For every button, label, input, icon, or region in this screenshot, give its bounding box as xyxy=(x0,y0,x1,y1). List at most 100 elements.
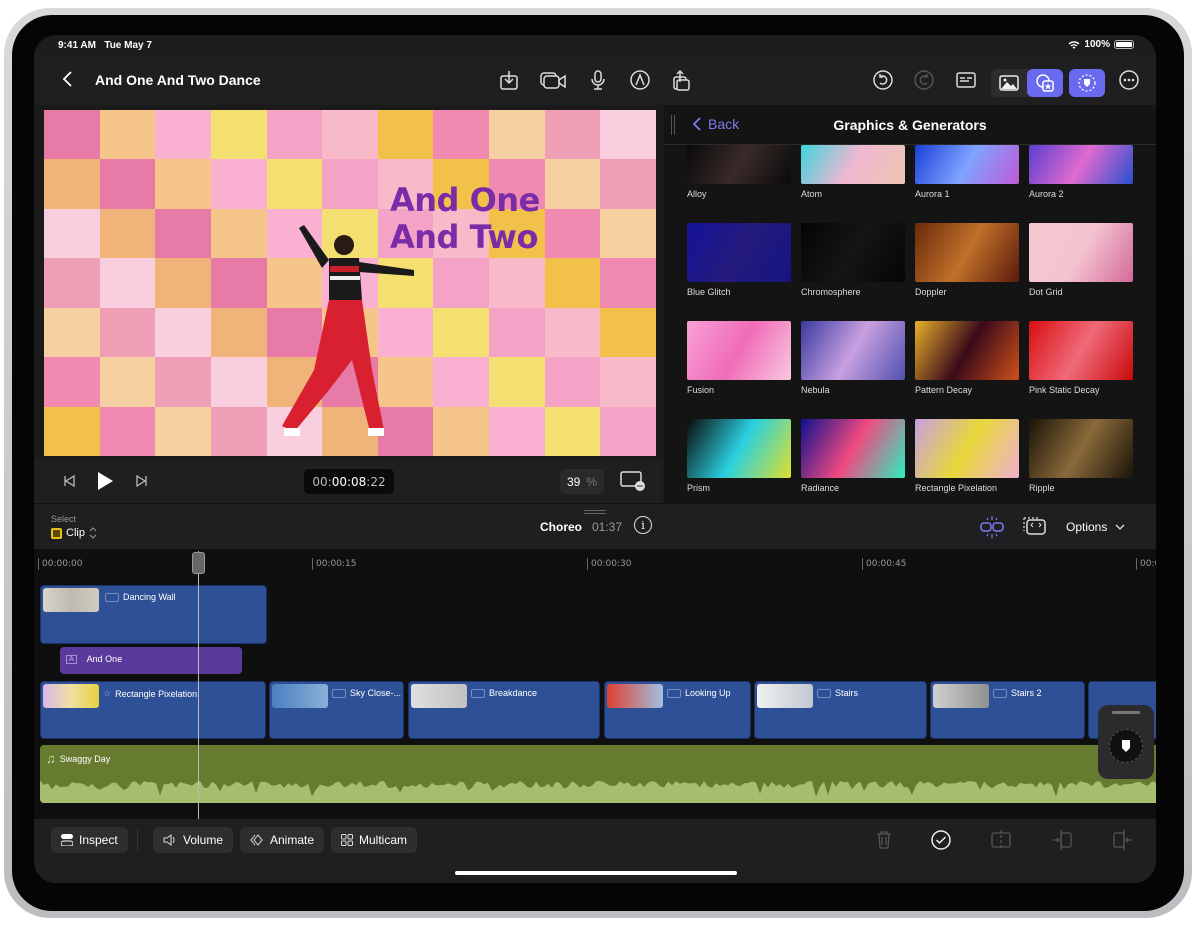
jog-wheel-panel xyxy=(1098,705,1154,779)
photos-icon[interactable] xyxy=(991,70,1027,96)
primary-clip[interactable]: ☆ Rectangle Pixelation xyxy=(40,681,266,739)
primary-clip[interactable]: Sky Close-... xyxy=(269,681,404,739)
skip-back-icon[interactable] xyxy=(62,474,76,488)
trash-icon[interactable] xyxy=(873,829,895,851)
generators-icon[interactable] xyxy=(1027,69,1063,97)
generator-item[interactable]: Fusion xyxy=(687,321,791,395)
clip-thumbnail xyxy=(272,684,328,708)
generator-item[interactable]: Ripple xyxy=(1029,419,1133,493)
generator-label: Atom xyxy=(801,189,823,199)
status-time: 9:41 AM xyxy=(58,40,96,51)
options-menu[interactable]: Options xyxy=(1066,520,1125,534)
clip-thumbnail xyxy=(43,588,99,612)
timecode-display[interactable]: 00: 00:08:22 xyxy=(304,469,394,494)
resize-handle[interactable] xyxy=(584,510,606,514)
generator-thumbnail xyxy=(915,321,1019,380)
generator-label: Ripple xyxy=(1029,483,1055,493)
generator-thumbnail xyxy=(915,145,1019,184)
primary-clip[interactable]: Stairs xyxy=(754,681,927,739)
timeline[interactable]: 00:00:00 00:00:15 00:00:30 00:00:45 00:01:00… xyxy=(34,549,1156,819)
play-icon[interactable] xyxy=(96,471,114,491)
generator-item[interactable]: Prism xyxy=(687,419,791,493)
jog-drag-handle[interactable] xyxy=(1112,711,1140,714)
generator-label: Rectangle Pixelation xyxy=(915,483,998,493)
title-clip[interactable]: A And One xyxy=(60,647,242,674)
generator-item[interactable]: Blue Glitch xyxy=(687,223,791,297)
snapping-icon[interactable] xyxy=(978,514,1006,540)
generator-thumbnail xyxy=(801,419,905,478)
chevron-down-icon xyxy=(1115,524,1125,530)
generator-label: Pattern Decay xyxy=(915,385,973,395)
jog-wheel[interactable] xyxy=(1109,729,1143,763)
select-mode-picker[interactable]: Clip xyxy=(51,527,97,539)
generator-item[interactable]: Rectangle Pixelation xyxy=(915,419,1019,493)
viewer-zoom-field[interactable]: 39 % xyxy=(560,469,604,494)
video-camera-icon xyxy=(993,688,1007,698)
playhead-handle[interactable] xyxy=(192,552,205,574)
split-icon[interactable] xyxy=(990,829,1012,851)
chevron-left-icon[interactable] xyxy=(58,69,78,89)
home-indicator[interactable] xyxy=(455,871,737,875)
generator-item[interactable]: Atom xyxy=(801,145,905,199)
generator-thumbnail xyxy=(915,419,1019,478)
animate-button[interactable]: Animate xyxy=(240,827,325,853)
generator-item[interactable]: Dot Grid xyxy=(1029,223,1133,297)
generator-item[interactable]: Pattern Decay xyxy=(915,321,1019,395)
audio-clip[interactable]: ♫ Swaggy Day xyxy=(40,745,1156,803)
connected-clip[interactable]: Dancing Wall xyxy=(40,585,267,644)
camera-icon[interactable] xyxy=(538,67,568,93)
generator-item[interactable]: Doppler xyxy=(915,223,1019,297)
generator-item[interactable]: Alloy xyxy=(687,145,791,199)
generator-item[interactable]: Aurora 1 xyxy=(915,145,1019,199)
generator-item[interactable]: Aurora 2 xyxy=(1029,145,1133,199)
transport-bar: 00: 00:08:22 39 % xyxy=(34,459,662,503)
inspect-button[interactable]: Inspect xyxy=(51,827,128,853)
generator-item[interactable]: Chromosphere xyxy=(801,223,905,297)
scene-removal-icon[interactable] xyxy=(1069,69,1105,97)
ruler-tick-label: 00:00:15 xyxy=(312,558,356,570)
primary-clip[interactable]: Stairs 2 xyxy=(930,681,1085,739)
generator-thumbnail xyxy=(801,145,905,184)
bottom-toolbar: Inspect Volume Animate Multicam xyxy=(34,819,1156,883)
trim-end-icon[interactable] xyxy=(1112,829,1134,851)
pencil-circle-icon[interactable] xyxy=(627,67,653,93)
more-icon[interactable] xyxy=(1116,67,1142,93)
clip-thumbnail xyxy=(757,684,813,708)
music-note-icon: ♫ xyxy=(46,751,56,766)
clip-icon xyxy=(51,527,62,539)
import-icon[interactable] xyxy=(496,67,522,93)
dancer-figure xyxy=(282,225,414,436)
timeline-header: Select Clip Choreo 01:37 i Options xyxy=(34,503,1156,549)
title-icon: A xyxy=(66,654,77,664)
generator-label: Blue Glitch xyxy=(687,287,731,297)
playhead[interactable] xyxy=(198,551,199,819)
generator-item[interactable]: Pink Static Decay xyxy=(1029,321,1133,395)
undo-icon[interactable] xyxy=(870,67,896,93)
generator-thumbnail xyxy=(687,145,791,184)
battery-percent: 100% xyxy=(1084,39,1110,50)
share-icon[interactable] xyxy=(668,67,694,93)
primary-clip[interactable]: Looking Up xyxy=(604,681,751,739)
info-icon[interactable]: i xyxy=(634,516,652,534)
primary-clip[interactable]: Breakdance xyxy=(408,681,600,739)
waveform-path xyxy=(40,779,1156,797)
generator-label: Aurora 2 xyxy=(1029,189,1064,199)
star-icon: ☆ xyxy=(103,688,112,698)
divider xyxy=(137,829,138,851)
viewer-options-icon[interactable] xyxy=(619,470,645,492)
wifi-icon xyxy=(1068,40,1080,49)
generator-item[interactable]: Nebula xyxy=(801,321,905,395)
generator-label: Fusion xyxy=(687,385,715,395)
trim-start-icon[interactable] xyxy=(1051,829,1073,851)
video-preview[interactable]: And One And Two xyxy=(44,110,656,456)
multicam-button[interactable]: Multicam xyxy=(331,827,418,853)
microphone-icon[interactable] xyxy=(585,67,611,93)
redo-icon[interactable] xyxy=(911,67,937,93)
skip-forward-icon[interactable] xyxy=(135,474,149,488)
video-camera-icon xyxy=(817,688,831,698)
checkmark-circle-icon[interactable] xyxy=(930,829,952,851)
timeline-zoom-icon[interactable] xyxy=(1022,514,1048,538)
volume-button[interactable]: Volume xyxy=(153,827,234,853)
generator-item[interactable]: Radiance xyxy=(801,419,905,493)
inspector-icon[interactable] xyxy=(953,67,979,93)
